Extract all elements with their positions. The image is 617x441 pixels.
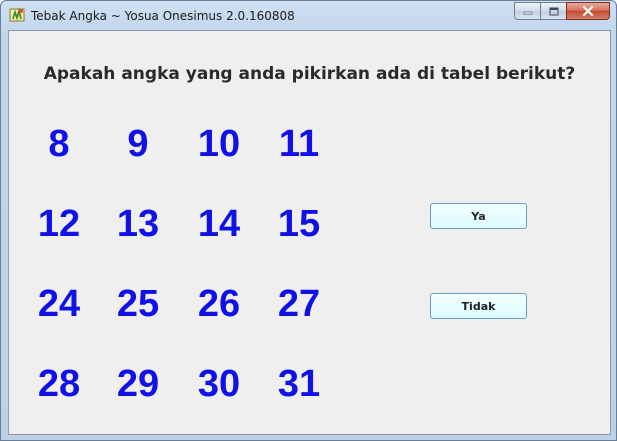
number-cell: 8: [48, 123, 70, 165]
number-cell: 12: [37, 203, 81, 245]
number-cell: 26: [197, 283, 241, 325]
number-cell: 25: [116, 283, 160, 325]
minimize-button[interactable]: [514, 2, 540, 20]
yes-button[interactable]: Ya: [430, 203, 527, 229]
question-text: Apakah angka yang anda pikirkan ada di t…: [43, 64, 576, 84]
window-title: Tebak Angka ~ Yosua Onesimus 2.0.160808: [31, 9, 295, 23]
title-bar[interactable]: Tebak Angka ~ Yosua Onesimus 2.0.160808: [1, 1, 616, 31]
number-cell: 27: [277, 283, 321, 325]
maximize-button[interactable]: [540, 2, 566, 20]
main-panel: Apakah angka yang anda pikirkan ada di t…: [8, 30, 611, 435]
maximize-icon: [549, 7, 558, 15]
number-cell: 24: [37, 283, 81, 325]
app-icon: [9, 7, 25, 22]
number-cell: 14: [197, 203, 241, 245]
close-button[interactable]: [566, 2, 610, 20]
number-cell: 30: [197, 363, 241, 405]
number-cell: 11: [278, 123, 320, 165]
close-icon: [582, 6, 594, 16]
number-cell: 13: [116, 203, 160, 245]
window-controls: [514, 2, 610, 21]
number-cell: 31: [277, 363, 321, 405]
number-cell: 28: [37, 363, 81, 405]
number-cell: 15: [277, 203, 321, 245]
no-button[interactable]: Tidak: [430, 293, 527, 319]
number-cell: 29: [116, 363, 160, 405]
app-window: Tebak Angka ~ Yosua Onesimus 2.0.160808: [0, 0, 617, 441]
number-cell: 10: [197, 123, 241, 165]
minimize-icon: [523, 11, 532, 15]
number-cell: 9: [127, 123, 149, 165]
